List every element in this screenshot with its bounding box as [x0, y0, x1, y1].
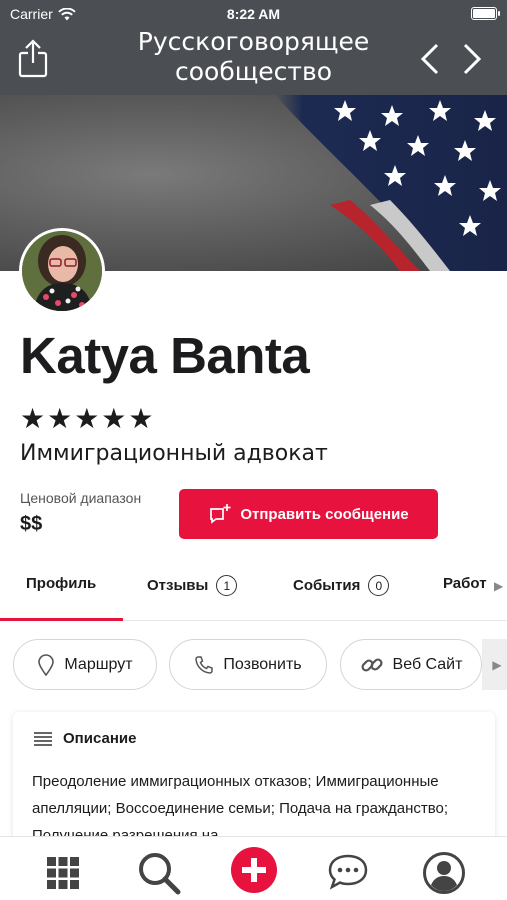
profession-label: Иммиграционный адвокат — [20, 441, 328, 466]
list-icon — [34, 732, 52, 746]
status-bar: Carrier 8:22 AM — [0, 0, 507, 28]
tab-works[interactable]: Работ — [443, 575, 487, 592]
tabs-scroll-right-icon[interactable]: ▶ — [494, 579, 503, 593]
count-badge: 0 — [368, 575, 390, 596]
search-icon[interactable] — [137, 851, 181, 895]
page-title: Русскоговорящее сообщество — [137, 27, 370, 86]
avatar — [19, 228, 105, 314]
route-button[interactable]: Маршрут — [13, 639, 157, 690]
profile-icon[interactable] — [422, 851, 466, 895]
link-icon — [361, 657, 383, 672]
route-label: Маршрут — [64, 655, 133, 673]
tab-reviews[interactable]: Отзывы 1 — [147, 575, 238, 596]
website-label: Веб Сайт — [392, 655, 463, 673]
chevron-left-icon[interactable] — [418, 42, 442, 76]
price-range-value: $$ — [20, 513, 43, 535]
share-icon[interactable] — [16, 38, 50, 78]
profile-name: Katya Banta — [20, 327, 310, 384]
website-button[interactable]: Веб Сайт — [340, 639, 482, 690]
profile-tabs: Профиль Отзывы 1 События 0 Работ ▶ — [0, 555, 507, 621]
send-message-label: Отправить сообщение — [240, 505, 409, 523]
top-header: Carrier 8:22 AM Русскоговорящее сообщест… — [0, 0, 507, 95]
call-label: Позвонить — [223, 655, 302, 673]
add-icon[interactable] — [231, 847, 277, 893]
chat-icon[interactable] — [327, 853, 373, 893]
tab-profile[interactable]: Профиль — [26, 575, 96, 592]
tab-label: События — [293, 577, 361, 594]
message-plus-icon — [210, 504, 231, 524]
description-title: Описание — [63, 730, 137, 747]
grid-icon[interactable] — [47, 857, 79, 889]
bottom-tab-bar — [0, 836, 507, 900]
chevron-right-icon[interactable] — [460, 42, 484, 76]
rating-stars: ★★★★★ — [20, 403, 156, 434]
actions-scroll-right-icon[interactable]: ▶ — [482, 639, 507, 690]
tab-events[interactable]: События 0 — [293, 575, 390, 596]
battery-icon — [471, 7, 500, 20]
call-button[interactable]: Позвонить — [169, 639, 327, 690]
send-message-button[interactable]: Отправить сообщение — [179, 489, 438, 539]
description-card: Описание Преодоление иммиграционных отка… — [13, 712, 495, 852]
active-tab-indicator — [0, 618, 123, 621]
tab-label: Отзывы — [147, 577, 209, 594]
count-badge: 1 — [216, 575, 238, 596]
status-time: 8:22 AM — [226, 6, 281, 22]
location-pin-icon — [38, 653, 55, 676]
price-range-label: Ценовой диапазон — [20, 490, 142, 506]
phone-icon — [195, 655, 214, 674]
tab-label: Профиль — [26, 575, 97, 592]
tab-label: Работ — [443, 575, 487, 592]
